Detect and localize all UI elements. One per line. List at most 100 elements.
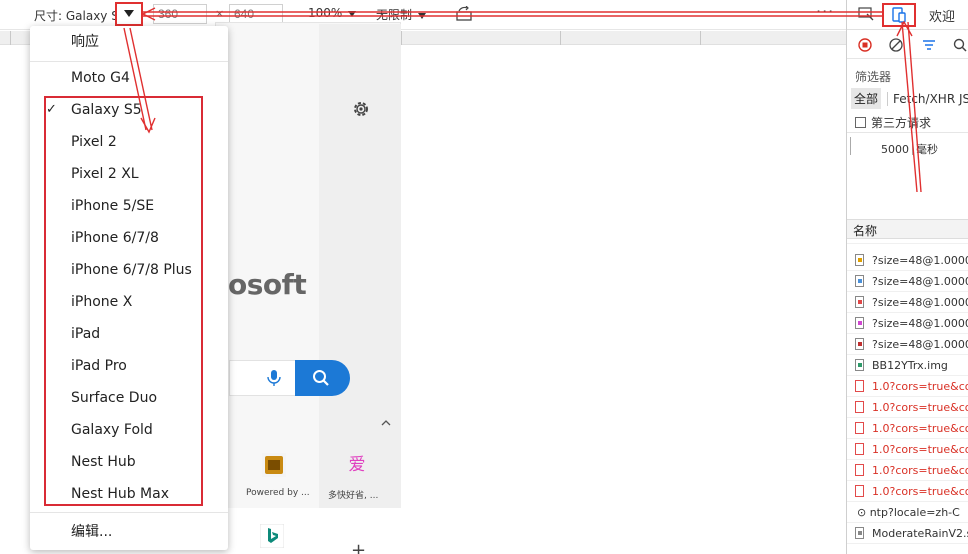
menu-item-device[interactable]: iPhone 6/7/8 [30, 224, 228, 252]
request-name: 1.0?cors=true&cor [872, 485, 968, 498]
microphone-icon[interactable] [266, 369, 282, 387]
table-row[interactable]: ?size=48@1.00000 [847, 313, 968, 334]
record-stop-icon[interactable] [858, 38, 872, 52]
inspect-element-icon[interactable] [858, 7, 874, 21]
filter-label: 筛选器 [855, 70, 892, 84]
times-sign: × [215, 7, 225, 20]
brand-text: osoft [228, 268, 307, 301]
checkbox-icon [855, 117, 866, 128]
tile-label: Powered by ... [246, 488, 310, 498]
file-icon [855, 464, 864, 476]
menu-item-device[interactable]: Surface Duo [30, 384, 228, 412]
width-input[interactable] [153, 4, 207, 24]
type-filter-fetch-xhr[interactable]: Fetch/XHR [893, 92, 955, 106]
throttle-select[interactable]: 无限制 [376, 6, 427, 23]
menu-divider [30, 512, 228, 513]
third-party-label: 第三方请求 [871, 116, 932, 130]
menu-item-device[interactable]: iPhone 5/SE [30, 192, 228, 220]
zoom-select[interactable]: 100% [308, 6, 357, 20]
table-row[interactable]: 1.0?cors=true&cor [847, 418, 968, 439]
third-party-checkbox[interactable]: 第三方请求 [855, 114, 931, 131]
request-name: ?size=48@1.00000 [872, 254, 968, 267]
menu-item-device[interactable]: iPad [30, 320, 228, 348]
table-row[interactable] [847, 236, 968, 244]
request-name: 1.0?cors=true&cor [872, 380, 968, 393]
request-name: 1.0?cors=true&cor [872, 464, 968, 477]
menu-item-device[interactable]: Nest Hub [30, 448, 228, 476]
search-icon [313, 370, 329, 386]
request-name: 1.0?cors=true&cor [872, 443, 968, 456]
request-name: BB12YTrx.img [872, 359, 948, 372]
add-tile-icon[interactable]: + [351, 540, 366, 554]
toggle-device-toolbar-button[interactable] [882, 3, 916, 27]
gear-icon[interactable] [352, 100, 370, 118]
tab-welcome[interactable]: 欢迎 [929, 6, 955, 25]
menu-item-device[interactable]: Nest Hub Max [30, 480, 228, 508]
type-filter-js[interactable]: JS [959, 92, 968, 106]
chevron-up-icon[interactable] [380, 418, 392, 428]
table-row[interactable]: ⊙ ntp?locale=zh-C [847, 502, 968, 523]
clear-icon[interactable] [889, 38, 903, 52]
filter-icon[interactable] [922, 39, 936, 51]
file-icon [855, 401, 864, 413]
file-icon [855, 338, 864, 350]
file-icon [855, 317, 864, 329]
menu-item-label: Galaxy S5 [71, 102, 142, 118]
tile-label: 多快好省, ... [328, 491, 379, 501]
menu-item-device[interactable]: Moto G4 [30, 64, 228, 92]
menu-item-edit[interactable]: 编辑... [30, 518, 228, 546]
table-row[interactable]: 1.0?cors=true&cor [847, 397, 968, 418]
devtools-tabbar: 欢迎 [847, 0, 968, 30]
table-row[interactable]: 1.0?cors=true&cor [847, 439, 968, 460]
table-row[interactable]: ?size=48@1.00000 [847, 334, 968, 355]
search-icon[interactable] [953, 38, 967, 52]
menu-item-device[interactable]: iPad Pro [30, 352, 228, 380]
dimensions-dropdown-button[interactable] [115, 2, 143, 26]
powered-by-tile-icon[interactable] [262, 453, 286, 477]
ai-tile-icon[interactable]: 爱 [345, 453, 369, 477]
timeline-value: 5000 [881, 143, 909, 156]
type-filter-all[interactable]: 全部 [851, 88, 882, 109]
device-dropdown-menu: 响应 Moto G4 ✓ Galaxy S5 Pixel 2 Pixel 2 X… [30, 26, 228, 550]
throttle-value: 无限制 [376, 8, 413, 22]
menu-item-responsive[interactable]: 响应 [30, 28, 228, 56]
devtools-panel: 欢迎 筛选器 全部 Fetch/XHR JS 第三方请求 5000 毫秒 名称 … [846, 0, 968, 554]
request-name: ?size=48@1.00000 [872, 317, 968, 330]
table-row[interactable]: 1.0?cors=true&cor [847, 460, 968, 481]
zoom-value: 100% [308, 6, 343, 20]
file-icon [855, 275, 864, 287]
request-name: 1.0?cors=true&cor [872, 401, 968, 414]
height-input[interactable] [229, 4, 283, 24]
rotate-icon[interactable] [456, 6, 474, 22]
table-row[interactable]: 1.0?cors=true&cor [847, 481, 968, 502]
table-row[interactable]: ?size=48@1.00000 [847, 250, 968, 271]
bing-tile-icon[interactable] [260, 524, 284, 548]
table-row[interactable]: ?size=48@1.00000 [847, 271, 968, 292]
table-row[interactable]: ModerateRainV2.s [847, 523, 968, 544]
dimensions-label[interactable]: 尺寸: Galaxy S5 [34, 7, 126, 24]
network-toolbar [847, 31, 968, 59]
menu-item-device[interactable]: iPhone 6/7/8 Plus [30, 256, 228, 284]
more-options-icon[interactable]: ··· [816, 2, 834, 21]
menu-item-device[interactable]: iPhone X [30, 288, 228, 316]
table-row[interactable]: BB12YTrx.img [847, 355, 968, 376]
file-icon [855, 443, 864, 455]
menu-item-device[interactable]: Galaxy Fold [30, 416, 228, 444]
menu-item-device[interactable]: Pixel 2 XL [30, 160, 228, 188]
checkmark-icon: ✓ [46, 102, 57, 117]
file-icon [855, 527, 864, 539]
file-icon [855, 485, 864, 497]
table-row[interactable]: ?size=48@1.00000 [847, 292, 968, 313]
menu-divider [30, 61, 228, 62]
request-name: ?size=48@1.00000 [872, 275, 968, 288]
table-row[interactable]: 1.0?cors=true&cor [847, 376, 968, 397]
file-icon [855, 380, 864, 392]
search-button[interactable] [295, 360, 350, 396]
menu-item-device[interactable]: ✓ Galaxy S5 [30, 96, 228, 124]
request-name: ?size=48@1.00000 [872, 338, 968, 351]
device-right-panel [319, 24, 401, 508]
menu-item-device[interactable]: Pixel 2 [30, 128, 228, 156]
chevron-down-icon [348, 10, 357, 17]
search-input[interactable] [229, 360, 301, 396]
type-divider [887, 92, 888, 106]
